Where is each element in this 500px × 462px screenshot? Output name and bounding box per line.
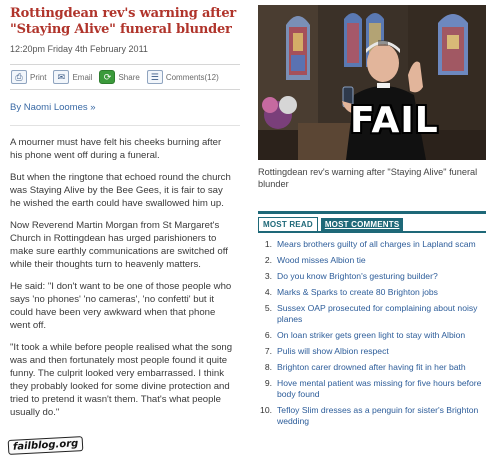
print-button[interactable]: ⎙ Print bbox=[11, 70, 46, 84]
most-read-tabs: MOST READ MOST COMMENTS bbox=[258, 211, 486, 233]
tab-most-read[interactable]: MOST READ bbox=[258, 217, 318, 231]
email-button[interactable]: ✉ Email bbox=[53, 70, 92, 84]
most-read-link[interactable]: Pulis will show Albion respect bbox=[277, 346, 482, 357]
photo-caption: Rottingdean rev's warning after "Staying… bbox=[258, 167, 478, 189]
article-paragraph: "It took a while before people realised … bbox=[10, 342, 233, 418]
article-paragraph: Now Reverend Martin Morgan from St Marga… bbox=[10, 220, 228, 270]
most-read-link[interactable]: Tefloy Slim dresses as a penguin for sis… bbox=[277, 405, 482, 427]
list-item: 6. On loan striker gets green light to st… bbox=[258, 330, 486, 341]
most-read-link[interactable]: Wood misses Albion tie bbox=[277, 255, 482, 266]
comments-label: Comments(12) bbox=[165, 72, 219, 82]
envelope-icon: ✉ bbox=[53, 70, 70, 84]
article-photo[interactable]: FAIL bbox=[258, 5, 486, 160]
most-read-link[interactable]: Hove mental patient was missing for five… bbox=[277, 378, 482, 400]
list-item: 9. Hove mental patient was missing for fi… bbox=[264, 378, 482, 400]
tab-most-comments[interactable]: MOST COMMENTS bbox=[320, 218, 404, 231]
list-item: 8. Brighton carer drowned after having fi… bbox=[258, 362, 486, 373]
printer-icon: ⎙ bbox=[11, 70, 27, 84]
article-column: Rottingdean rev's warning after "Staying… bbox=[0, 0, 250, 462]
most-read-link[interactable]: On loan striker gets green light to stay… bbox=[277, 330, 482, 341]
print-label: Print bbox=[30, 72, 47, 82]
article-body: A mourner must have felt his cheeks burn… bbox=[10, 136, 240, 419]
share-label: Share bbox=[118, 72, 140, 82]
share-icon: ⟳ bbox=[99, 70, 116, 84]
list-item: 7. Pulis will show Albion respect bbox=[258, 346, 486, 357]
most-read-link[interactable]: Sussex OAP prosecuted for complaining ab… bbox=[277, 303, 482, 325]
speech-bubble-icon: ☰ bbox=[146, 70, 163, 84]
list-item: 5. Sussex OAP prosecuted for complaining … bbox=[258, 303, 486, 325]
byline-divider bbox=[10, 125, 240, 126]
list-item: 4. Marks & Sparks to create 80 Brighton j… bbox=[258, 287, 486, 298]
list-item: 3. Do you know Brighton's gesturing build… bbox=[258, 271, 486, 282]
list-item: 2. Wood misses Albion tie bbox=[258, 255, 486, 266]
article-toolbar: ⎙ Print ✉ Email ⟳ Share ☰ Comments(12) bbox=[10, 64, 240, 90]
comments-button[interactable]: ☰ Comments(12) bbox=[146, 70, 219, 84]
article-dateline: 12:20pm Friday 4th February 2011 bbox=[10, 44, 148, 54]
most-read-link[interactable]: Brighton carer drowned after having fit … bbox=[277, 362, 482, 373]
article-paragraph: He said: "I don't want to be one of thos… bbox=[10, 281, 232, 331]
most-read-list: 1. Mears brothers guilty of all charges i… bbox=[258, 239, 486, 427]
article-headline: Rottingdean rev's warning after "Staying… bbox=[10, 6, 237, 37]
list-item: 10. Tefloy Slim dresses as a penguin for … bbox=[258, 405, 486, 427]
email-label: Email bbox=[72, 72, 93, 82]
article-paragraph: A mourner must have felt his cheeks burn… bbox=[10, 137, 222, 161]
sidebar-column: FAIL Rottingdean rev's warning after "St… bbox=[258, 5, 486, 432]
most-read-link[interactable]: Mears brothers guilty of all charges in … bbox=[277, 239, 482, 250]
most-read-link[interactable]: Marks & Sparks to create 80 Brighton job… bbox=[277, 287, 482, 298]
author-byline-link[interactable]: By Naomi Loomes » bbox=[10, 102, 240, 113]
fail-overlay-text: FAIL bbox=[350, 100, 439, 141]
most-read-link[interactable]: Do you know Brighton's gesturing builder… bbox=[277, 271, 482, 282]
share-button[interactable]: ⟳ Share bbox=[99, 70, 140, 84]
article-paragraph: But when the ringtone that echoed round … bbox=[10, 172, 231, 209]
list-item: 1. Mears brothers guilty of all charges i… bbox=[258, 239, 486, 250]
